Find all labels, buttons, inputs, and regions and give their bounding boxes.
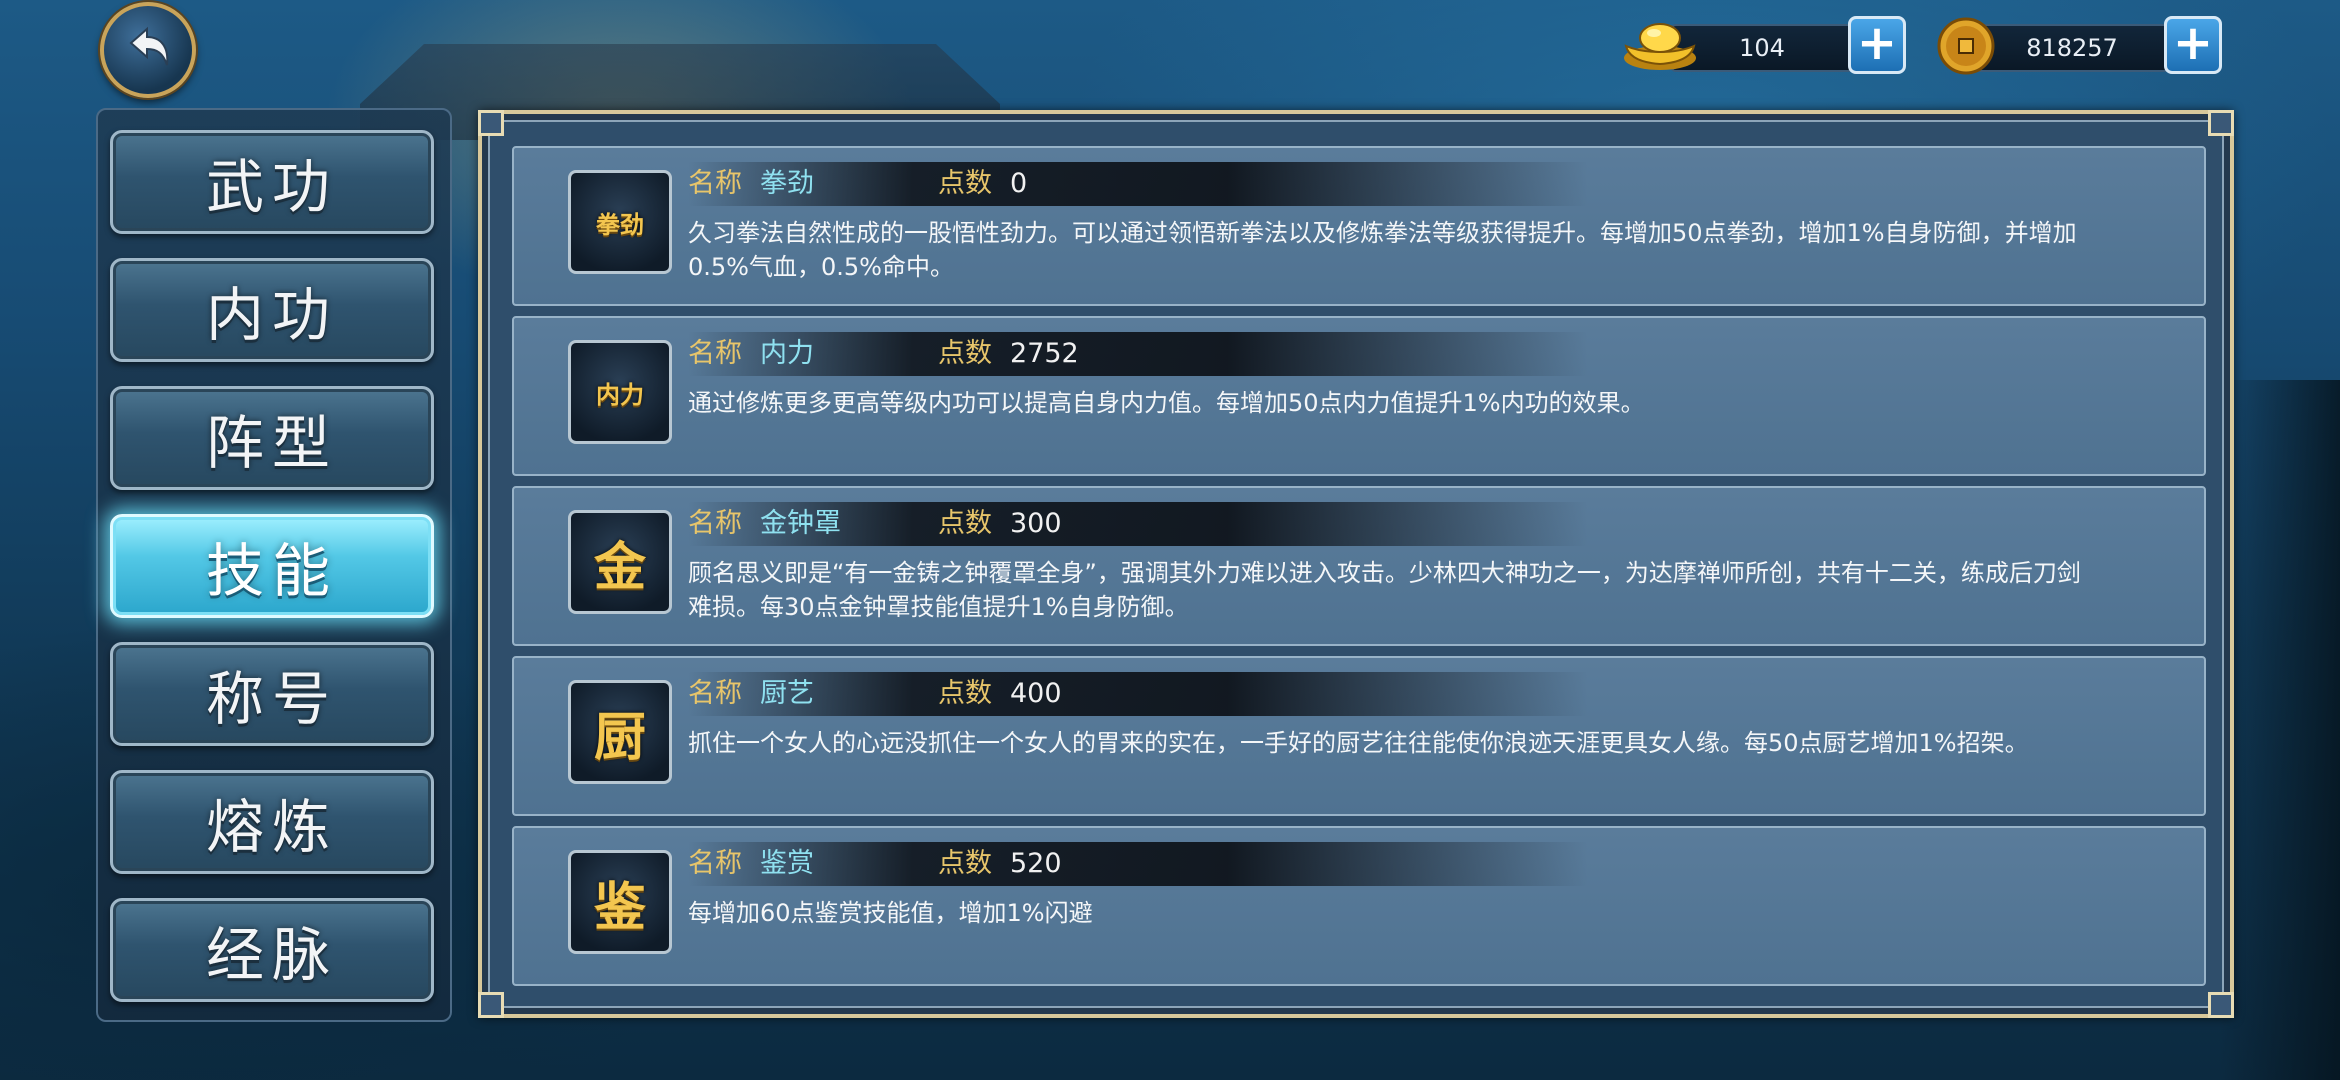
name-label: 名称: [688, 168, 742, 199]
jinzhongzhao-icon: 金: [568, 510, 672, 614]
menu-item-chenghao[interactable]: 称号: [110, 642, 434, 746]
panel-corner-ornament: [2208, 110, 2234, 136]
name-label: 名称: [688, 338, 742, 369]
skill-icon-text: 金: [593, 537, 646, 598]
skill-icon-text: 厨: [593, 707, 646, 768]
points-label: 点数: [938, 508, 992, 539]
menu-item-label: 内功: [205, 281, 338, 349]
skill-row-jianshang: 鉴 名称 鉴赏 点数 520 每增加60点鉴赏技能值，增加1%闪避: [512, 826, 2206, 986]
background-shadow: [2220, 380, 2340, 1080]
left-menu-panel: 武功 内功 阵型 技能 称号 熔炼 经脉: [96, 108, 452, 1022]
points-label: 点数: [938, 848, 992, 879]
menu-item-jineng[interactable]: 技能: [110, 514, 434, 618]
panel-corner-ornament: [478, 110, 504, 136]
points-label: 点数: [938, 338, 992, 369]
gold-currency: 104 +: [1620, 16, 1910, 74]
menu-item-label: 技能: [205, 537, 338, 605]
skill-icon-text: 鉴: [593, 877, 646, 938]
panel-corner-ornament: [478, 992, 504, 1018]
menu-item-label: 熔炼: [205, 793, 338, 861]
skill-icon-text: 拳劲: [596, 210, 644, 239]
skill-name: 拳劲: [760, 168, 814, 199]
skills-panel: 拳劲 名称 拳劲 点数 0 久习拳法自然性成的一股悟性劲力。可以通过领悟新拳法以…: [478, 110, 2234, 1018]
skill-name: 内力: [760, 338, 814, 369]
skill-header: 名称 拳劲 点数 0: [688, 162, 1588, 206]
skill-points: 300: [1010, 508, 1062, 539]
skill-description: 通过修炼更多更高等级内功可以提高自身内力值。每增加50点内力值提升1%内功的效果…: [688, 389, 1645, 417]
copper-amount-bar: 818257: [1974, 24, 2170, 72]
gold-ingot-icon: [1624, 23, 1696, 70]
skill-row-jinzhongzhao: 金 名称 金钟罩 点数 300 顾名思义即是“有一金铸之钟覆罩全身”，强调其外力…: [512, 486, 2206, 646]
neili-icon: 内力: [568, 340, 672, 444]
name-label: 名称: [688, 508, 742, 539]
skill-header: 名称 内力 点数 2752: [688, 332, 1588, 376]
add-copper-button[interactable]: +: [2164, 16, 2222, 74]
menu-item-neigong[interactable]: 内功: [110, 258, 434, 362]
back-arrow-icon: [129, 26, 169, 66]
quanjin-icon: 拳劲: [568, 170, 672, 274]
skill-row-chuyi: 厨 名称 厨艺 点数 400 抓住一个女人的心远没抓住一个女人的胃来的实在，一手…: [512, 656, 2206, 816]
skill-description: 久习拳法自然性成的一股悟性劲力。可以通过领悟新拳法以及修炼拳法等级获得提升。每增…: [688, 219, 2077, 281]
menu-item-zhenxing[interactable]: 阵型: [110, 386, 434, 490]
points-label: 点数: [938, 678, 992, 709]
skill-header: 名称 金钟罩 点数 300: [688, 502, 1588, 546]
chuyi-icon: 厨: [568, 680, 672, 784]
skill-header: 名称 鉴赏 点数 520: [688, 842, 1588, 886]
panel-corner-ornament: [2208, 992, 2234, 1018]
menu-item-wugong[interactable]: 武功: [110, 130, 434, 234]
skill-description: 抓住一个女人的心远没抓住一个女人的胃来的实在，一手好的厨艺往往能使你浪迹天涯更具…: [688, 729, 2029, 757]
skill-name: 金钟罩: [760, 508, 841, 539]
add-gold-button[interactable]: +: [1848, 16, 1906, 74]
plus-icon: +: [1856, 15, 1898, 71]
skill-points: 2752: [1010, 338, 1079, 369]
points-label: 点数: [938, 168, 992, 199]
menu-item-label: 称号: [205, 665, 338, 733]
menu-item-label: 经脉: [205, 921, 338, 989]
skill-name: 厨艺: [760, 678, 814, 709]
skill-points: 0: [1010, 168, 1028, 199]
plus-icon: +: [2172, 15, 2214, 71]
skill-description: 顾名思义即是“有一金铸之钟覆罩全身”，强调其外力难以进入攻击。少林四大神功之一，…: [688, 559, 2081, 621]
menu-item-label: 武功: [205, 153, 338, 221]
skill-points: 400: [1010, 678, 1062, 709]
copper-amount: 818257: [2026, 34, 2118, 62]
skill-name: 鉴赏: [760, 848, 814, 879]
menu-item-label: 阵型: [205, 409, 338, 477]
skill-icon-text: 内力: [596, 380, 644, 409]
name-label: 名称: [688, 678, 742, 709]
menu-item-jingmai[interactable]: 经脉: [110, 898, 434, 1002]
copper-coin-icon: [1937, 17, 1995, 75]
menu-item-ronglian[interactable]: 熔炼: [110, 770, 434, 874]
back-button[interactable]: [100, 2, 196, 98]
jianshang-icon: 鉴: [568, 850, 672, 954]
skill-header: 名称 厨艺 点数 400: [688, 672, 1588, 716]
skill-points: 520: [1010, 848, 1062, 879]
name-label: 名称: [688, 848, 742, 879]
skill-description: 每增加60点鉴赏技能值，增加1%闪避: [688, 899, 1093, 927]
copper-currency: 818257 +: [1936, 16, 2226, 75]
skill-row-quanjin: 拳劲 名称 拳劲 点数 0 久习拳法自然性成的一股悟性劲力。可以通过领悟新拳法以…: [512, 146, 2206, 306]
skill-row-neili: 内力 名称 内力 点数 2752 通过修炼更多更高等级内功可以提高自身内力值。每…: [512, 316, 2206, 476]
